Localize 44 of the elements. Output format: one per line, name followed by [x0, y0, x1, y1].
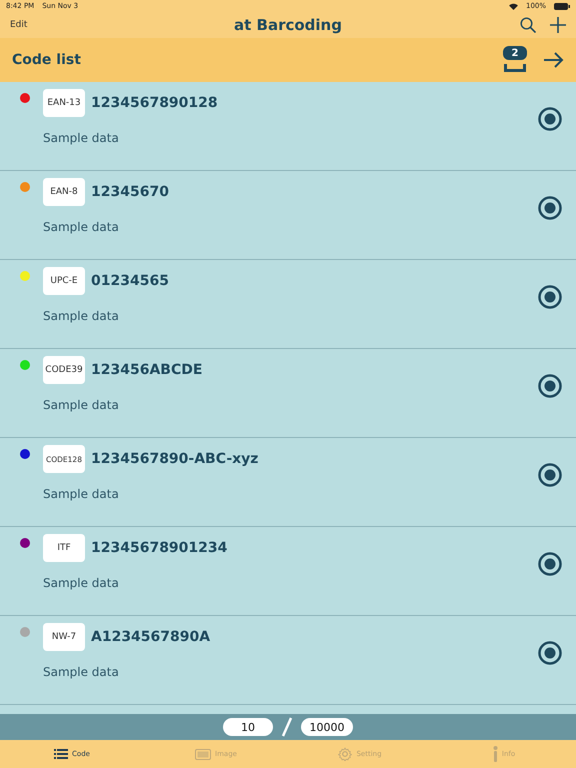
- radio-button[interactable]: [538, 196, 562, 220]
- radio-button[interactable]: [538, 552, 562, 576]
- note-text: Sample data: [43, 131, 119, 145]
- note-text: Sample data: [43, 309, 119, 323]
- barcode-value: 12345670: [91, 184, 169, 200]
- total-field: 10000: [301, 718, 353, 736]
- radio-button[interactable]: [538, 463, 562, 487]
- tray-icon: [504, 64, 526, 72]
- gear-icon: [338, 747, 352, 761]
- type-tag: EAN-13: [43, 89, 85, 117]
- edit-button[interactable]: Edit: [10, 20, 28, 30]
- barcode-value: A1234567890A: [91, 629, 210, 645]
- add-icon[interactable]: [550, 17, 566, 33]
- barcode-value: 1234567890128: [91, 95, 218, 111]
- arrow-icon[interactable]: [544, 52, 564, 68]
- type-tag: CODE39: [43, 356, 85, 384]
- type-tag: NW-7: [43, 623, 85, 651]
- info-icon: [492, 746, 498, 762]
- note-text: Sample data: [43, 220, 119, 234]
- barcode-value: 123456ABCDE: [91, 362, 202, 378]
- type-tag: EAN-8: [43, 178, 85, 206]
- slash-icon: [281, 717, 293, 737]
- barcode-value: 01234565: [91, 273, 169, 289]
- app-title: at Barcoding: [234, 16, 342, 34]
- radio-button[interactable]: [538, 374, 562, 398]
- list-icon: [54, 749, 68, 759]
- barcode-value: 1234567890-ABC-xyz: [91, 451, 258, 467]
- count-badge: 2: [503, 46, 527, 60]
- note-text: Sample data: [43, 576, 119, 590]
- type-tag: ITF: [43, 534, 85, 562]
- note-text: Sample data: [43, 398, 119, 412]
- radio-button[interactable]: [538, 285, 562, 309]
- radio-button[interactable]: [538, 641, 562, 665]
- page-field[interactable]: 10: [223, 718, 273, 736]
- image-icon: [195, 748, 212, 760]
- search-icon[interactable]: [520, 17, 536, 33]
- note-text: Sample data: [43, 487, 119, 501]
- note-text: Sample data: [43, 665, 119, 679]
- type-tag: UPC-E: [43, 267, 85, 295]
- barcode-value: 12345678901234: [91, 540, 228, 556]
- battery-icon: [554, 2, 570, 10]
- radio-button[interactable]: [538, 107, 562, 131]
- wifi-icon: [508, 2, 518, 10]
- section-title: Code list: [12, 52, 82, 68]
